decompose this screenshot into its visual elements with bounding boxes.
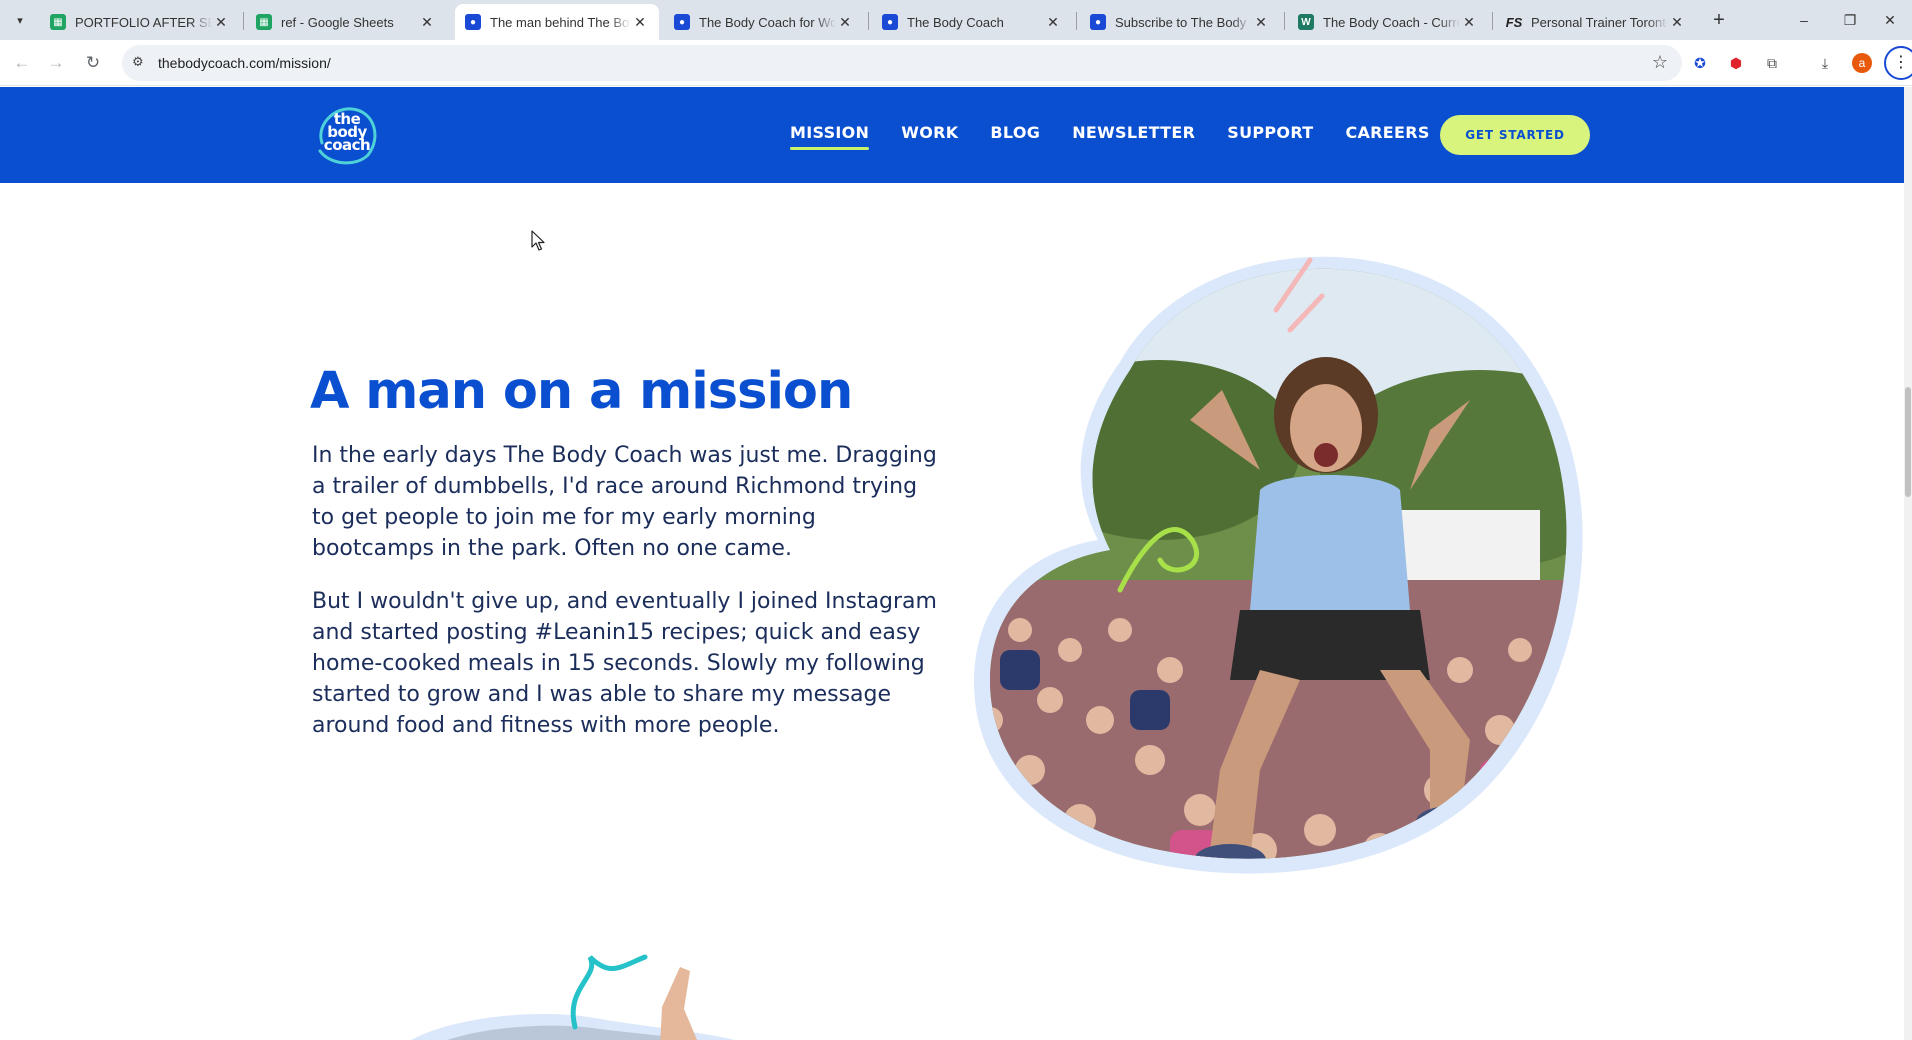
site-info-icon[interactable]: ⚙	[132, 54, 144, 70]
tab-separator	[1492, 12, 1493, 30]
scrollbar-thumb[interactable]	[1905, 387, 1911, 497]
tab-separator	[1076, 12, 1077, 30]
nav-link-blog[interactable]: BLOG	[990, 123, 1040, 150]
extension-icon[interactable]: ✪	[1690, 53, 1710, 73]
tab-title: PORTFOLIO AFTER SELLING	[75, 14, 212, 30]
story-paragraph: But I wouldn't give up, and eventually I…	[312, 589, 937, 738]
bodycoach-icon: ●	[465, 14, 481, 30]
profile-avatar[interactable]: a	[1852, 53, 1872, 73]
tab-title: ref - Google Sheets	[281, 14, 394, 30]
bodycoach-icon: ●	[882, 14, 898, 30]
nav-link-careers[interactable]: CAREERS	[1345, 123, 1429, 150]
site-logo[interactable]: the body coach	[312, 103, 382, 167]
nav-link-work[interactable]: WORK	[901, 123, 958, 150]
word-icon: W	[1298, 14, 1314, 30]
url-text[interactable]: thebodycoach.com/mission/	[158, 55, 331, 71]
browser-tab[interactable]: ▦ ref - Google Sheets ✕	[246, 4, 446, 40]
bookmark-star-icon[interactable]: ☆	[1652, 52, 1668, 73]
back-arrow-icon[interactable]: ←	[8, 49, 36, 77]
restore-window-icon[interactable]: ❐	[1828, 6, 1872, 34]
browser-tab[interactable]: ● The Body Coach ✕	[872, 4, 1072, 40]
intro-paragraph: In the early days The Body Coach was jus…	[312, 443, 937, 561]
nav-link-newsletter[interactable]: NEWSLETTER	[1072, 123, 1195, 150]
tab-close-icon[interactable]: ✕	[1252, 14, 1270, 31]
reload-icon[interactable]: ↻	[79, 49, 107, 77]
minimize-window-icon[interactable]: –	[1782, 6, 1826, 34]
page-headline: A man on a mission	[310, 362, 853, 421]
browser-menu-icon[interactable]: ⋮	[1884, 46, 1912, 80]
tab-close-icon[interactable]: ✕	[1044, 14, 1062, 31]
new-tab-button[interactable]: +	[1706, 8, 1732, 34]
bodycoach-icon: ●	[674, 14, 690, 30]
next-section-photo	[411, 954, 735, 1040]
forward-arrow-icon[interactable]: →	[42, 49, 70, 77]
extensions-puzzle-icon[interactable]: ⧉	[1762, 53, 1782, 73]
tab-close-icon[interactable]: ✕	[1460, 14, 1478, 31]
get-started-button[interactable]: GET STARTED	[1440, 115, 1590, 155]
tab-title: The Body Coach	[907, 14, 1004, 30]
tab-close-icon[interactable]: ✕	[631, 14, 649, 31]
tab-title: The man behind The Body Coach	[490, 14, 631, 30]
shield-extension-icon[interactable]: ⬢	[1726, 53, 1746, 73]
tab-title: The Body Coach for Work	[699, 14, 836, 30]
tab-close-icon[interactable]: ✕	[1668, 14, 1686, 31]
browser-tab-strip: ▾ ▦ PORTFOLIO AFTER SELLING ✕ ▦ ref - Go…	[0, 0, 1912, 40]
tab-title: Personal Trainer Toronto	[1531, 14, 1668, 30]
main-navigation: MISSION WORK BLOG NEWSLETTER SUPPORT CAR…	[790, 123, 1462, 150]
tab-title: The Body Coach - Current	[1323, 14, 1460, 30]
browser-toolbar: ← → ↻ ⚙ thebodycoach.com/mission/ ☆ ✪ ⬢ …	[0, 40, 1912, 86]
browser-tab[interactable]: ● The Body Coach for Work ✕	[664, 4, 864, 40]
logo-text: the body coach	[312, 103, 382, 154]
close-window-icon[interactable]: ✕	[1868, 6, 1912, 34]
browser-tab[interactable]: ▦ PORTFOLIO AFTER SELLING ✕	[40, 4, 240, 40]
logo-line: coach	[323, 136, 371, 154]
fs-icon: FS	[1505, 14, 1523, 30]
nav-link-mission[interactable]: MISSION	[790, 123, 870, 150]
tab-separator	[243, 12, 244, 30]
address-bar[interactable]: ⚙ thebodycoach.com/mission/ ☆	[122, 45, 1682, 81]
bodycoach-icon: ●	[1090, 14, 1106, 30]
browser-tab[interactable]: FS Personal Trainer Toronto ✕	[1496, 4, 1696, 40]
browser-tab[interactable]: W The Body Coach - Current ✕	[1288, 4, 1488, 40]
browser-tab[interactable]: ● Subscribe to The Body Coach ✕	[1080, 4, 1280, 40]
mouse-cursor-icon	[531, 230, 545, 251]
tab-close-icon[interactable]: ✕	[418, 14, 436, 31]
tab-separator	[868, 12, 869, 30]
tab-search-chevron-icon[interactable]: ▾	[8, 8, 32, 32]
site-header: the body coach MISSION WORK BLOG NEWSLET…	[0, 87, 1904, 183]
sheets-icon: ▦	[256, 14, 272, 30]
tab-close-icon[interactable]: ✕	[212, 14, 230, 31]
tab-close-icon[interactable]: ✕	[836, 14, 854, 31]
hero-jumping-photo	[974, 256, 1583, 874]
browser-tab-active[interactable]: ● The man behind The Body Coach ✕	[455, 4, 659, 40]
tab-separator	[1284, 12, 1285, 30]
nav-link-support[interactable]: SUPPORT	[1227, 123, 1313, 150]
page-scrollbar[interactable]	[1904, 87, 1912, 1040]
tab-title: Subscribe to The Body Coach	[1115, 14, 1252, 30]
page-viewport: the body coach MISSION WORK BLOG NEWSLET…	[0, 87, 1904, 1040]
sheets-icon: ▦	[50, 14, 66, 30]
download-icon[interactable]: ⤓	[1815, 53, 1835, 73]
